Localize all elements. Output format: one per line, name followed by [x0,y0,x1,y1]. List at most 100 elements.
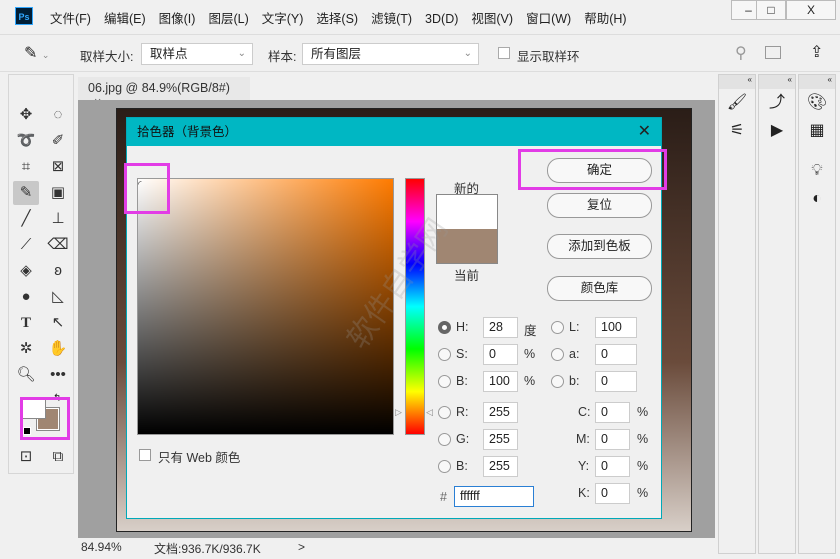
paint-bucket-tool-icon[interactable]: ◈ [13,259,39,283]
move-tool-icon[interactable]: ✥ [13,103,39,127]
chevron-down-icon: ⌄ [463,48,472,59]
shape-tool-icon[interactable]: ✲ [13,337,39,361]
rgb-b-radio[interactable] [438,460,451,473]
eyedropper-tool-preset-icon[interactable]: ✎ ⌄ [24,43,49,63]
adjustments-icon[interactable]: ◐ [799,185,835,213]
dialog-close-icon[interactable]: ✕ [638,118,651,146]
k-input[interactable]: 0 [595,483,630,504]
m-input[interactable]: 0 [595,429,630,450]
menu-image[interactable]: 图像(I) [159,8,196,27]
collapse-icon[interactable]: « [759,75,795,89]
current-color-label: 当前 [454,269,480,283]
menu-view[interactable]: 视图(V) [471,8,513,27]
hue-slider-right-arrow-icon[interactable]: ◁ [426,407,433,418]
s-radio[interactable] [438,348,451,361]
b-radio[interactable] [438,375,451,388]
lab-b-radio[interactable] [551,375,564,388]
search-icon[interactable]: ⚲ [735,43,747,63]
menu-layer[interactable]: 图层(L) [208,8,248,27]
smudge-tool-icon[interactable]: ʚ [45,259,71,283]
collapse-icon[interactable]: « [719,75,755,89]
a-radio[interactable] [551,348,564,361]
brush-tool-icon[interactable]: ╱ [13,207,39,231]
swatches-grid-icon[interactable]: ▦ [799,117,835,145]
maximize-button[interactable]: □ [756,0,786,20]
crop-tool-icon[interactable]: ⌗ [13,155,39,179]
rgb-b-input[interactable]: 255 [483,456,518,477]
y-label: Y: [578,459,590,473]
new-color-swatch[interactable] [437,195,497,229]
sample-size-select[interactable]: 取样点 ⌄ [141,43,253,65]
menu-file[interactable]: 文件(F) [50,8,91,27]
h-input[interactable]: 28 [483,317,518,338]
learn-lightbulb-icon[interactable]: 💡︎ [799,157,835,185]
reset-button[interactable]: 复位 [547,193,652,218]
add-to-swatches-button[interactable]: 添加到色板 [547,234,652,259]
frame-tool-icon[interactable]: ⊠ [45,155,71,179]
type-tool-icon[interactable]: T [13,311,39,335]
eyedropper-tool-icon[interactable]: ✎ [13,181,39,205]
share-icon[interactable]: ⇪ [810,42,823,62]
g-radio[interactable] [438,433,451,446]
quick-select-tool-icon[interactable]: ✐ [45,129,71,153]
dodge-tool-icon[interactable]: ● [13,285,39,309]
highlight-color-swatches [20,397,70,440]
menu-type[interactable]: 文字(Y) [262,8,304,27]
brush-settings-icon[interactable]: 🖌︎ [719,89,755,117]
workspace-icon[interactable] [765,46,781,59]
quick-mask-icon[interactable]: ⊡ [13,445,39,469]
lasso-tool-icon[interactable]: ➰ [13,129,39,153]
marquee-tool-icon[interactable]: ◌ [45,103,71,127]
menu-edit[interactable]: 编辑(E) [104,8,146,27]
r-input[interactable]: 255 [483,402,518,423]
l-input[interactable]: 100 [595,317,637,338]
zoom-level[interactable]: 84.94% [81,540,122,554]
hue-slider-left-arrow-icon[interactable]: ▷ [395,407,402,418]
hex-label: # [440,490,447,504]
menu-3d[interactable]: 3D(D) [425,12,458,26]
color-libraries-button[interactable]: 颜色库 [547,276,652,301]
l-radio[interactable] [551,321,564,334]
show-ring-checkbox[interactable] [498,47,510,59]
hex-input[interactable]: ffffff [454,486,534,507]
dialog-title-bar[interactable]: 拾色器（背景色） [127,118,661,146]
document-size: 文档:936.7K/936.7K [154,542,261,556]
menu-bar: Ps 文件(F) 编辑(E) 图像(I) 图层(L) 文字(Y) 选择(S) 滤镜(T) 3D… [0,0,840,32]
eraser-tool-icon[interactable]: ⌫ [45,233,71,257]
hand-tool-icon[interactable]: ✋ [45,337,71,361]
history-brush-tool-icon[interactable]: ⟋ [13,233,39,257]
web-colors-checkbox[interactable] [139,449,151,461]
history-icon[interactable]: ⤴ [759,89,795,117]
menu-window[interactable]: 窗口(W) [526,8,571,27]
menu-select[interactable]: 选择(S) [316,8,358,27]
stamp-tool-icon[interactable]: ⊥ [45,207,71,231]
brush-presets-icon[interactable]: ⚟ [719,117,755,145]
pen-tool-icon[interactable]: ◺ [45,285,71,309]
path-select-tool-icon[interactable]: ↖ [45,311,71,335]
h-radio[interactable] [438,321,451,334]
r-radio[interactable] [438,406,451,419]
status-menu-arrow[interactable]: > [298,540,305,554]
s-input[interactable]: 0 [483,344,518,365]
menu-filter[interactable]: 滤镜(T) [371,8,412,27]
c-input[interactable]: 0 [595,402,630,423]
lab-b-input[interactable]: 0 [595,371,637,392]
color-palette-icon[interactable]: 🎨︎ [799,89,835,117]
collapse-icon[interactable]: « [799,75,835,89]
b-input[interactable]: 100 [483,371,518,392]
more-tools-icon[interactable]: ••• [45,363,71,387]
document-tab[interactable]: 06.jpg @ 84.9%(RGB/8#) × [78,77,250,109]
close-window-button[interactable]: X [786,0,836,20]
sample-label: 样本: [268,50,297,64]
y-input[interactable]: 0 [595,456,630,477]
menu-help[interactable]: 帮助(H) [584,8,626,27]
patch-tool-icon[interactable]: ▣ [45,181,71,205]
a-input[interactable]: 0 [595,344,637,365]
actions-play-icon[interactable]: ▶ [759,117,795,145]
g-input[interactable]: 255 [483,429,518,450]
sample-size-value: 取样点 [150,47,188,61]
sample-select[interactable]: 所有图层 ⌄ [302,43,479,65]
zoom-tool-icon[interactable]: 🔍︎ [13,363,39,387]
status-bar: 84.94% 文档:936.7K/936.7K > [78,538,715,556]
screen-mode-icon[interactable]: ⧉ [45,445,71,469]
